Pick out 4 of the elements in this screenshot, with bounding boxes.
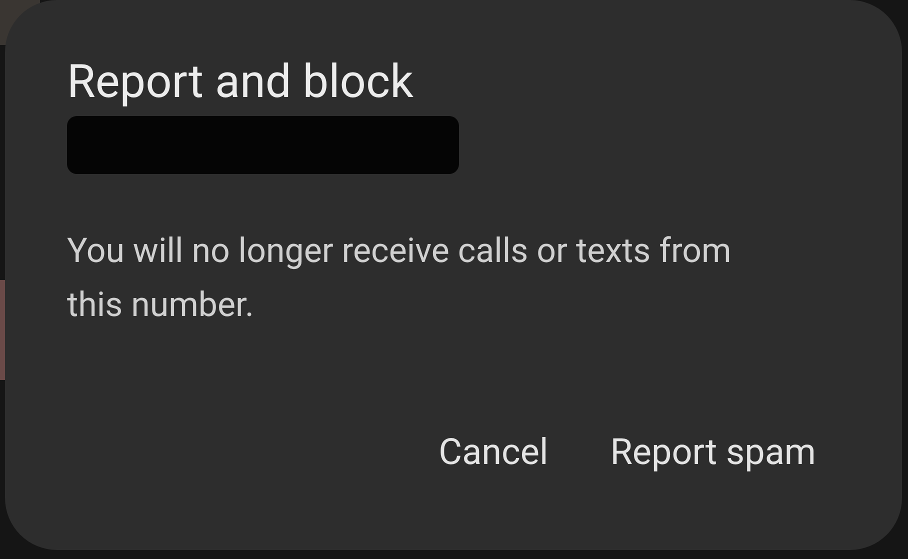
dialog-title: Report and block: [67, 54, 414, 111]
dialog-message: You will no longer receive calls or texts from this number.: [67, 230, 732, 327]
dialog-button[interactable]: Cancel: [422, 424, 564, 480]
dialog-button[interactable]: Report spam: [594, 424, 832, 480]
